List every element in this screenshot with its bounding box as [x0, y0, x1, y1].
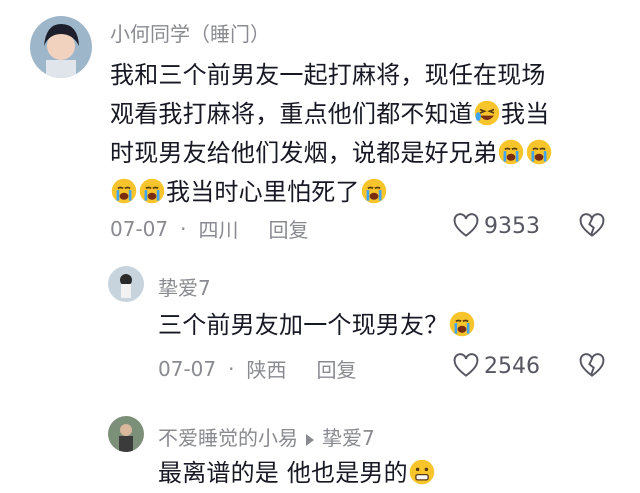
avatar[interactable] [30, 16, 92, 78]
crying-emoji-icon [525, 138, 553, 166]
dislike-broken-heart-icon[interactable] [578, 352, 606, 380]
avatar[interactable] [108, 266, 144, 302]
comment-text: 三个前男友加一个现男友？ [158, 306, 476, 345]
crying-emoji-icon [497, 138, 525, 166]
reply-header: 不爱睡觉的小易 挚爱7 [158, 422, 375, 451]
reply-button[interactable]: 回复 [316, 354, 356, 383]
crying-emoji-icon [360, 177, 388, 205]
comment-location: 陕西 [246, 358, 287, 382]
crying-emoji-icon [110, 177, 138, 205]
comment-author[interactable]: 不爱睡觉的小易 [158, 426, 298, 450]
reply-button[interactable]: 回复 [268, 214, 308, 243]
comment-location: 四川 [198, 218, 239, 242]
like-count: 9353 [484, 213, 540, 239]
comment-text-line: 时现男友给他们发烟，说都是好兄弟 [110, 134, 553, 173]
like-button[interactable]: 2546 [452, 352, 540, 380]
comment-meta: 07-07 · 四川 回复 [110, 214, 308, 243]
crying-emoji-icon [448, 310, 476, 338]
comment-text-line: 我和三个前男友一起打麻将，现任在现场 [110, 61, 546, 89]
comment-date: 07-07 [110, 216, 169, 241]
comment-meta: 07-07 · 陕西 回复 [158, 354, 356, 383]
separator: · [180, 216, 187, 241]
heart-icon [452, 352, 480, 380]
comment-author[interactable]: 小何同学（睡门） [110, 18, 270, 47]
dislike-broken-heart-icon[interactable] [578, 212, 606, 240]
like-button[interactable]: 9353 [452, 212, 540, 240]
comment-date: 07-07 [158, 356, 217, 381]
comment-text: 最离谱的是 他也是男的 [158, 454, 436, 493]
reply-arrow-icon [306, 433, 314, 446]
reply-to-author[interactable]: 挚爱7 [322, 426, 375, 450]
heart-icon [452, 212, 480, 240]
comment-text: 我和三个前男友一起打麻将，现任在现场 观看我打麻将，重点他们都不知道 我当 时现男… [110, 56, 553, 212]
comment-text-line: 我当时心里怕死了 [110, 173, 553, 212]
grinning-emoji-icon [408, 458, 436, 486]
crying-emoji-icon [138, 177, 166, 205]
laughing-crying-emoji-icon [473, 99, 501, 127]
separator: · [228, 356, 235, 381]
like-count: 2546 [484, 353, 540, 379]
comment-author[interactable]: 挚爱7 [158, 272, 211, 301]
avatar[interactable] [108, 416, 144, 452]
comment-text-line: 观看我打麻将，重点他们都不知道 我当 [110, 99, 550, 128]
